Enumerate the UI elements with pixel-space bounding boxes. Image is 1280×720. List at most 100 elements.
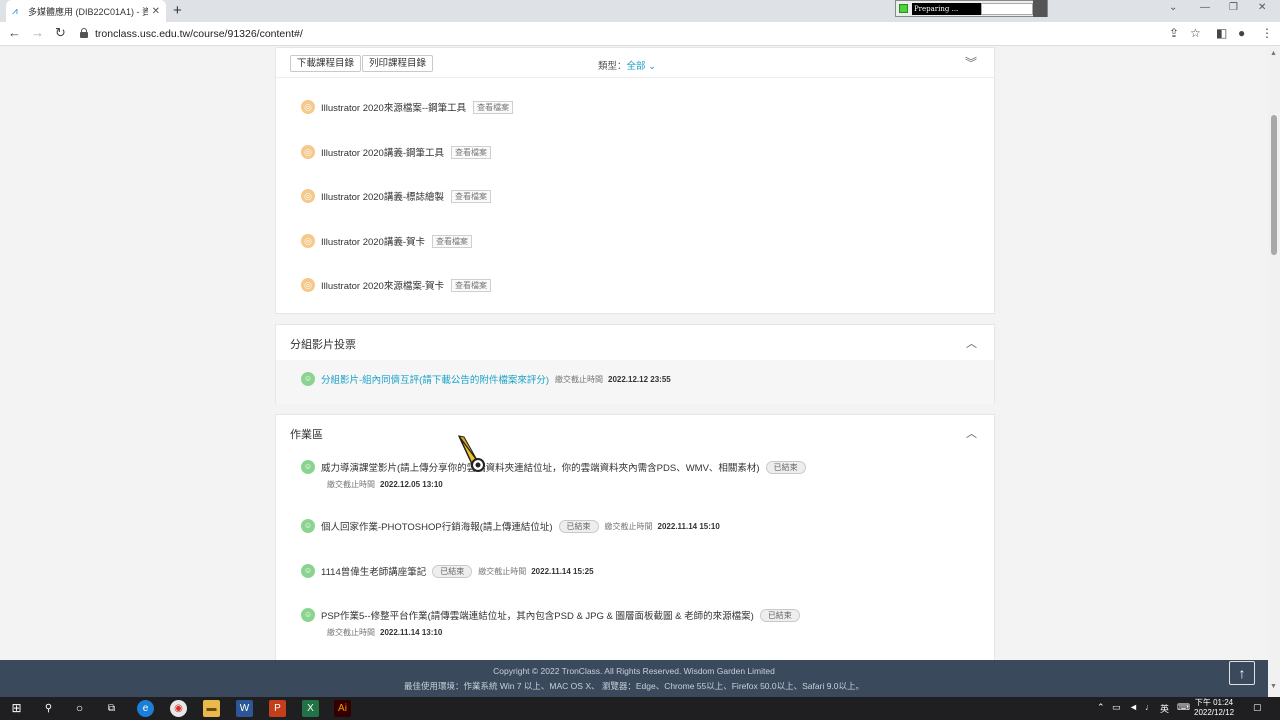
- file-explorer-icon[interactable]: ▬: [203, 700, 220, 717]
- deadline-value: 2022.12.12 23:55: [608, 374, 671, 384]
- profile-icon[interactable]: ●: [1238, 26, 1245, 40]
- list-item[interactable]: ☺ 分組影片-組內同儕互評(請下載公告的附件檔案來評分) 繳交截止時間 2022…: [301, 372, 671, 386]
- list-item[interactable]: ◎ Illustrator 2020講義-標誌繪製 查看檔案: [301, 189, 492, 203]
- restore-icon[interactable]: ❐: [1229, 2, 1238, 13]
- minimize-icon[interactable]: —: [1200, 2, 1210, 13]
- deadline-label: 繳交截止時間: [478, 566, 527, 576]
- type-filter-value[interactable]: 全部: [627, 61, 646, 72]
- page-content: ◎ Illustrator 2020來源檔案--鋼筆工具 查看檔案 ◎ Illu…: [0, 47, 1268, 660]
- homework-section: 作業區 ︿ ☺ 威力導演課堂影片(請上傳分享你的雲端資料夾連結位址，你的雲端資料…: [275, 414, 995, 660]
- type-filter[interactable]: 類型：全部 ⌄: [598, 58, 656, 72]
- material-name[interactable]: Illustrator 2020講義-鋼筆工具: [321, 145, 444, 159]
- homework-icon: ☺: [301, 608, 315, 622]
- preparing-indicator: Preparing ...: [895, 0, 1048, 17]
- address-bar: ← → ↻ tronclass.usc.edu.tw/course/91326/…: [0, 22, 1280, 46]
- list-item[interactable]: ◎ Illustrator 2020講義-賀卡 查看檔案: [301, 234, 473, 248]
- list-item[interactable]: ◎ Illustrator 2020來源檔案--鋼筆工具 查看檔案: [301, 100, 514, 114]
- material-name[interactable]: Illustrator 2020講義-賀卡: [321, 234, 425, 248]
- window-close-icon[interactable]: ✕: [1258, 2, 1266, 13]
- powerpoint-icon[interactable]: P: [269, 700, 286, 717]
- windows-taskbar: ⊞ ⚲ ○ ⧉ e ◉ ▬ W P X Ai ⌃ ▭ ◄ ♩ 英 ⌨ 下午 01…: [0, 697, 1280, 720]
- view-file-button[interactable]: 查看檔案: [451, 145, 492, 159]
- view-file-button[interactable]: 查看檔案: [432, 234, 473, 248]
- browser-tab-bar: ⩘ 多媒體應用 (DIB22C01A1) - 資... ✕ + Preparin…: [0, 0, 1280, 22]
- lock-icon[interactable]: [80, 28, 88, 38]
- ime-indicator[interactable]: 英: [1160, 702, 1169, 715]
- forward-icon[interactable]: →: [31, 25, 44, 40]
- section-title[interactable]: 分組影片投票: [290, 336, 356, 352]
- collapse-all-icon[interactable]: ︾: [965, 54, 977, 71]
- view-file-button[interactable]: 查看檔案: [451, 189, 492, 203]
- chevron-down-icon[interactable]: ⌄: [648, 61, 656, 72]
- scrollbar-thumb[interactable]: [1271, 115, 1277, 255]
- homework-icon: ☺: [301, 564, 315, 578]
- download-catalog-button[interactable]: 下載課程目錄: [290, 55, 362, 72]
- homework-name[interactable]: PSP作業5--修整平台作業(請傳雲端連結位址，其內包含PSD & JPG & …: [321, 608, 754, 622]
- edge-icon[interactable]: e: [137, 700, 154, 717]
- illustrator-icon[interactable]: Ai: [334, 700, 351, 717]
- deadline-label: 繳交截止時間: [555, 374, 603, 384]
- material-name[interactable]: Illustrator 2020來源檔案-賀卡: [321, 278, 444, 292]
- material-name[interactable]: Illustrator 2020來源檔案--鋼筆工具: [321, 100, 466, 114]
- list-item[interactable]: ☺ 1114曾偉生老師講座筆記 已結束 繳交截止時間 2022.11.14 15…: [301, 564, 594, 578]
- chevron-up-icon[interactable]: ︿: [966, 335, 977, 351]
- browser-menu-icon[interactable]: ⋮: [1261, 26, 1273, 40]
- vote-item-link[interactable]: 分組影片-組內同儕互評(請下載公告的附件檔案來評分): [321, 372, 549, 386]
- course-toolbar: 下載課程目錄 列印課程目錄 類型：全部 ⌄ ︾: [276, 48, 994, 78]
- keyboard-icon[interactable]: ⌨: [1177, 702, 1190, 713]
- search-icon[interactable]: ⚲: [40, 700, 57, 717]
- share-icon[interactable]: ⇪: [1169, 26, 1179, 40]
- new-tab-button[interactable]: +: [173, 2, 182, 19]
- tray-chevron-icon[interactable]: ⌃: [1097, 702, 1105, 713]
- list-item[interactable]: ☺ PSP作業5--修整平台作業(請傳雲端連結位址，其內包含PSD & JPG …: [301, 608, 800, 622]
- view-file-button[interactable]: 查看檔案: [473, 100, 514, 114]
- back-icon[interactable]: ←: [8, 25, 21, 40]
- word-icon[interactable]: W: [236, 700, 253, 717]
- file-icon: ◎: [301, 145, 315, 159]
- clock-time: 下午 01:24: [1194, 698, 1234, 707]
- tab-search-icon[interactable]: ⌄: [1169, 2, 1177, 13]
- chevron-up-icon[interactable]: ︿: [966, 425, 977, 441]
- excel-icon[interactable]: X: [302, 700, 319, 717]
- homework-name[interactable]: 1114曾偉生老師講座筆記: [321, 564, 426, 578]
- print-catalog-button[interactable]: 列印課程目錄: [362, 55, 434, 72]
- list-item[interactable]: ☺ 個人回家作業-PHOTOSHOP行銷海報(請上傳連結位址) 已結束 繳交截止…: [301, 519, 720, 533]
- homework-icon: ☺: [301, 519, 315, 533]
- deadline-label: 繳交截止時間: [327, 628, 375, 637]
- back-to-top-button[interactable]: ↑: [1229, 661, 1255, 685]
- notification-icon[interactable]: ▢: [1253, 702, 1262, 713]
- list-item[interactable]: ☺ 威力導演課堂影片(請上傳分享你的雲端資料夾連結位址，你的雲端資料夾內需含PD…: [301, 460, 806, 474]
- volume-icon[interactable]: ◄: [1129, 702, 1138, 712]
- section-title[interactable]: 作業區: [290, 426, 323, 442]
- scroll-down-icon[interactable]: ▼: [1270, 683, 1277, 690]
- list-item[interactable]: ◎ Illustrator 2020講義-鋼筆工具 查看檔案: [301, 145, 492, 159]
- chrome-icon[interactable]: ◉: [170, 700, 187, 717]
- homework-name[interactable]: 威力導演課堂影片(請上傳分享你的雲端資料夾連結位址，你的雲端資料夾內需含PDS、…: [321, 460, 760, 474]
- deadline-value: 2022.11.14 15:10: [657, 521, 720, 531]
- bookmark-star-icon[interactable]: ☆: [1190, 26, 1201, 40]
- system-clock[interactable]: 下午 01:24 2022/12/12: [1194, 698, 1234, 718]
- preparing-handle: [1033, 0, 1048, 17]
- file-icon: ◎: [301, 100, 315, 114]
- microphone-icon[interactable]: ♩: [1145, 702, 1154, 712]
- network-icon[interactable]: ▭: [1112, 702, 1121, 713]
- view-file-button[interactable]: 查看檔案: [451, 278, 492, 292]
- side-panel-icon[interactable]: ◧: [1216, 26, 1227, 40]
- tab-close-icon[interactable]: ✕: [152, 6, 160, 17]
- deadline-value: 2022.11.14 13:10: [380, 628, 443, 637]
- task-view-icon[interactable]: ⧉: [103, 700, 120, 717]
- windows-start-icon[interactable]: ⊞: [8, 700, 25, 717]
- browser-tab[interactable]: ⩘ 多媒體應用 (DIB22C01A1) - 資... ✕: [6, 0, 166, 22]
- tronclass-favicon-icon: ⩘: [12, 5, 18, 17]
- list-item[interactable]: ◎ Illustrator 2020來源檔案-賀卡 查看檔案: [301, 278, 492, 292]
- homework-name[interactable]: 個人回家作業-PHOTOSHOP行銷海報(請上傳連結位址): [321, 519, 553, 533]
- reload-icon[interactable]: ↻: [55, 25, 66, 41]
- cortana-icon[interactable]: ○: [71, 700, 88, 717]
- material-name[interactable]: Illustrator 2020講義-標誌繪製: [321, 189, 444, 203]
- status-badge: 已結束: [432, 564, 473, 578]
- scroll-up-icon[interactable]: ▲: [1270, 50, 1277, 57]
- url-field[interactable]: tronclass.usc.edu.tw/course/91326/conten…: [95, 28, 303, 40]
- page-scrollbar[interactable]: ▲ ▼: [1268, 47, 1280, 697]
- homework-icon: ☺: [301, 460, 315, 474]
- vote-icon: ☺: [301, 372, 315, 386]
